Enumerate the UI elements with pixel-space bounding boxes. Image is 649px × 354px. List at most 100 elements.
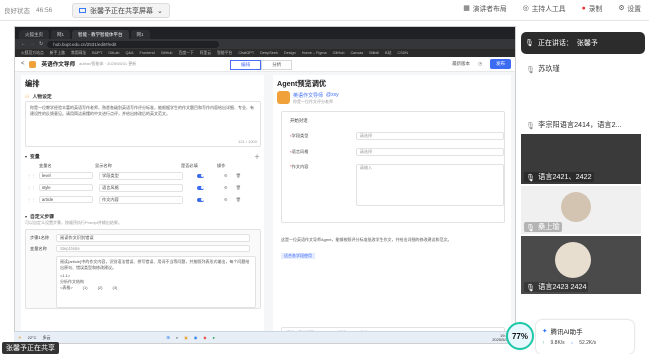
- browser-tab[interactable]: 火狐主页: [19, 30, 49, 39]
- tab-analysis[interactable]: 分析: [261, 60, 293, 70]
- participant-tile[interactable]: 🎙 桑上瑜: [521, 186, 641, 234]
- trash-icon[interactable]: 🗑: [236, 185, 241, 191]
- variable-name-input[interactable]: level: [39, 172, 93, 179]
- people-icon: ▦: [463, 5, 470, 12]
- bookmark-item[interactable]: GitLab: [108, 51, 119, 55]
- step-output-input[interactable]: Step1Note: [56, 245, 250, 252]
- required-toggle[interactable]: [197, 197, 204, 202]
- article-textarea[interactable]: 请输入: [355, 164, 504, 206]
- chevron-down-icon[interactable]: ▾: [25, 214, 27, 219]
- required-toggle[interactable]: [197, 185, 204, 190]
- bookmark-item[interactable]: 常用网址: [71, 51, 86, 56]
- taskbar-app-icon[interactable]: ●: [213, 335, 215, 340]
- ai-assistant-widget[interactable]: ✦ 腾讯AI助手 ↑ 9.8K/s ↓ 52.2K/s: [536, 320, 634, 354]
- steps-title: 自定义步骤: [30, 215, 55, 220]
- start-form: 开始对话 * 学段类型 请选择 * 语言风格 请选择 * 作文内容 请输入: [281, 111, 505, 223]
- forward-icon[interactable]: →: [30, 41, 35, 47]
- reload-icon[interactable]: ↻: [39, 41, 43, 47]
- tab-orchestrate[interactable]: 编排: [230, 60, 262, 70]
- back-icon[interactable]: ←: [21, 41, 26, 47]
- shared-screen: 火狐主页 网1 智能 - 教学智能体平台 网1 ← → ↻ hub.bupt.e…: [14, 26, 516, 344]
- gear-icon[interactable]: ⚙: [224, 185, 228, 190]
- record-label: 录制: [588, 6, 603, 13]
- gear-icon[interactable]: ⚙: [224, 197, 228, 202]
- taskbar-app-icon[interactable]: ◆: [203, 335, 206, 340]
- variable-display-input[interactable]: 语言风格: [99, 183, 183, 192]
- publish-button[interactable]: 发布: [490, 59, 511, 69]
- browser-tab[interactable]: 网1: [51, 30, 71, 39]
- taskbar-app-icon[interactable]: ◉: [194, 335, 198, 340]
- participant-tile[interactable]: 🎙 李宗阳语言2414，语言2...: [521, 104, 641, 132]
- drag-handle-icon[interactable]: ⋮⋮: [27, 173, 39, 178]
- bookmark-item[interactable]: GitHub: [161, 51, 173, 55]
- bookmark-item[interactable]: Bilibili: [369, 51, 379, 55]
- bookmark-item[interactable]: Q&A: [125, 51, 133, 55]
- record-button[interactable]: ● 录制: [582, 3, 603, 14]
- bookmarks-bar: 火狐官方站点 新手上路 常用网址 BUPT GitLab Q&A Fronten…: [15, 49, 515, 57]
- bookmark-item[interactable]: Home – Figma: [302, 51, 327, 55]
- share-indicator[interactable]: 张馨予正在共享屏幕 ⌄: [72, 3, 170, 18]
- browser-tab-active[interactable]: 智能 - 教学智能体平台: [72, 30, 129, 39]
- level-select[interactable]: 请选择: [355, 132, 504, 140]
- url-input[interactable]: hub.bupt.edu.cn/2531/edit#/edit: [47, 40, 220, 48]
- chevron-down-icon[interactable]: ▾: [25, 154, 27, 159]
- trash-icon[interactable]: 🗑: [236, 173, 241, 179]
- participant-name: 语言2421、2422: [538, 172, 592, 181]
- bookmark-item[interactable]: 百度一下: [179, 51, 194, 56]
- speaker-layout-button[interactable]: ▦ 演讲者布局: [463, 3, 506, 13]
- history-icon[interactable]: ◷: [478, 61, 482, 67]
- bookmark-item[interactable]: B站: [385, 51, 391, 56]
- bookmark-item[interactable]: 阿里云: [200, 51, 211, 56]
- add-variable-icon[interactable]: ＋: [254, 152, 260, 161]
- variable-display-input[interactable]: 学段类型: [99, 171, 183, 180]
- search-icon[interactable]: ⌕: [176, 335, 178, 340]
- participant-tile[interactable]: 🎙 苏玖瑾: [521, 56, 641, 76]
- step-prompt-textarea[interactable]: 阅读{article}中的作文内容，识别语法错误、拼写错误、用词不当等问题，并按…: [56, 256, 256, 308]
- bookmark-item[interactable]: 智能平台: [217, 51, 232, 56]
- step-list-item: (3): [112, 285, 118, 290]
- bookmark-item[interactable]: CSDN: [397, 51, 408, 55]
- style-select[interactable]: 请选择: [355, 148, 504, 156]
- persona-title: 人物设定: [32, 95, 52, 100]
- sharer-label: 张馨予正在共享: [2, 342, 59, 354]
- variable-display-input[interactable]: 作文内容: [99, 195, 183, 204]
- bookmark-item[interactable]: Frontend: [140, 51, 155, 55]
- agent-title: 英语作文导师: [41, 62, 76, 68]
- step-name-input[interactable]: 阅读作文识别错误: [56, 234, 250, 242]
- host-tools-button[interactable]: ◎ 主持人工具: [523, 3, 566, 13]
- bookmark-item[interactable]: ChatGPT: [238, 51, 254, 55]
- drag-handle-icon[interactable]: ⋮⋮: [27, 197, 39, 202]
- trash-icon[interactable]: 🗑: [236, 197, 241, 203]
- app-back-button[interactable]: <: [21, 61, 25, 67]
- settings-button[interactable]: ⚙ 设置: [618, 3, 641, 13]
- gear-icon[interactable]: ⚙: [224, 173, 228, 178]
- taskbar-app-icon[interactable]: ▣: [184, 335, 188, 340]
- upload-icon: ↑: [542, 340, 545, 346]
- col-actions: 操作: [217, 163, 226, 168]
- intro-tag[interactable]: 适合各学段使用: [281, 253, 315, 259]
- chevron-down-icon: ⌄: [157, 7, 163, 15]
- variable-row: ⋮⋮ level 学段类型 ⚙ 🗑: [27, 171, 259, 180]
- performance-gauge[interactable]: 77%: [506, 322, 534, 350]
- participant-tile[interactable]: 🎙 语言2421、2422: [521, 134, 641, 184]
- bookmark-item[interactable]: 火狐官方站点: [21, 51, 44, 56]
- variable-name-input[interactable]: article: [39, 196, 93, 203]
- version-select[interactable]: 最新版本: [452, 61, 470, 67]
- variable-row: ⋮⋮ style 语言风格 ⚙ 🗑: [27, 183, 259, 192]
- windows-start-icon[interactable]: ⊞: [167, 335, 170, 340]
- browser-tab[interactable]: 网1: [130, 30, 150, 39]
- windows-taskbar: ☀ 22°C 多云 ⊞ ⌕ ▣ ◉ ◆ ● 19:24 2025/5/31: [14, 331, 514, 343]
- bookmark-item[interactable]: BUPT: [92, 51, 102, 55]
- mic-muted-icon: 🎙: [526, 282, 536, 292]
- bookmark-item[interactable]: Canvas: [350, 51, 363, 55]
- bookmark-item[interactable]: DeepSeek: [260, 51, 278, 55]
- drag-handle-icon[interactable]: ⋮⋮: [27, 185, 39, 190]
- variable-name-input[interactable]: style: [39, 184, 93, 191]
- bookmark-item[interactable]: GitHub: [333, 51, 345, 55]
- persona-textarea[interactable]: 你是一位教学经验丰富的英语写作老师，熟悉各级别英语写作评分标准，能根据学生的作文…: [25, 101, 261, 147]
- bookmark-item[interactable]: 新手上路: [50, 51, 65, 56]
- participant-tile[interactable]: 🎙 语言2423 2424: [521, 236, 641, 294]
- variable-row: ⋮⋮ article 作文内容 ⚙ 🗑: [27, 195, 259, 204]
- bookmark-item[interactable]: Design: [284, 51, 296, 55]
- required-toggle[interactable]: [197, 173, 204, 178]
